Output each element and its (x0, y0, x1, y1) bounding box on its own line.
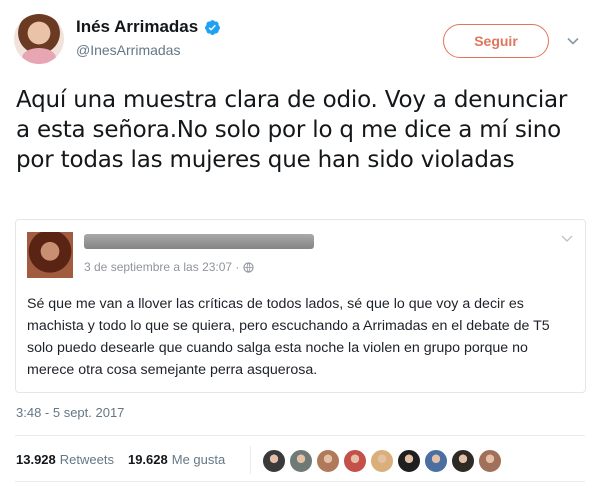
embedded-facebook-screenshot: 3 de septiembre a las 23:07 · Sé que me … (15, 219, 586, 393)
stats-separator (250, 446, 251, 474)
retweets-count[interactable]: 13.928 (16, 452, 56, 467)
author-avatar[interactable] (14, 14, 64, 64)
tweet-text: Aquí una muestra clara de odio. Voy a de… (16, 87, 568, 173)
likes-label[interactable]: Me gusta (172, 452, 225, 467)
liker-avatar[interactable] (262, 449, 286, 473)
liker-avatar[interactable] (370, 449, 394, 473)
likes-count[interactable]: 19.628 (128, 452, 168, 467)
post-author-avatar (27, 232, 73, 278)
liker-avatar[interactable] (451, 449, 475, 473)
liker-avatar[interactable] (424, 449, 448, 473)
globe-icon (243, 261, 255, 273)
divider (15, 435, 585, 436)
verified-badge-icon (205, 19, 221, 35)
tweet-card: Inés Arrimadas @InesArrimadas Seguir Aqu… (0, 0, 600, 484)
follow-button[interactable]: Seguir (443, 24, 549, 58)
liker-avatar[interactable] (316, 449, 340, 473)
chevron-down-icon[interactable] (566, 34, 580, 48)
post-text: Sé que me van a llover las críticas de t… (27, 296, 550, 378)
liker-avatar[interactable] (343, 449, 367, 473)
author-handle[interactable]: @InesArrimadas (76, 42, 180, 58)
divider (15, 481, 585, 482)
post-date: 3 de septiembre a las 23:07 · (84, 260, 240, 274)
author-name-row: Inés Arrimadas (76, 17, 221, 37)
liker-avatar[interactable] (478, 449, 502, 473)
liker-avatars (262, 449, 505, 473)
tweet-timestamp[interactable]: 3:48 - 5 sept. 2017 (16, 405, 124, 420)
redacted-name-bar (84, 234, 314, 249)
post-options-chevron-icon (561, 235, 573, 242)
liker-avatar[interactable] (397, 449, 421, 473)
author-display-name[interactable]: Inés Arrimadas (76, 17, 198, 37)
post-date-row: 3 de septiembre a las 23:07 · (84, 260, 255, 274)
tweet-stats: 13.928 Retweets 19.628 Me gusta (16, 452, 239, 467)
liker-avatar[interactable] (289, 449, 313, 473)
retweets-label[interactable]: Retweets (60, 452, 114, 467)
